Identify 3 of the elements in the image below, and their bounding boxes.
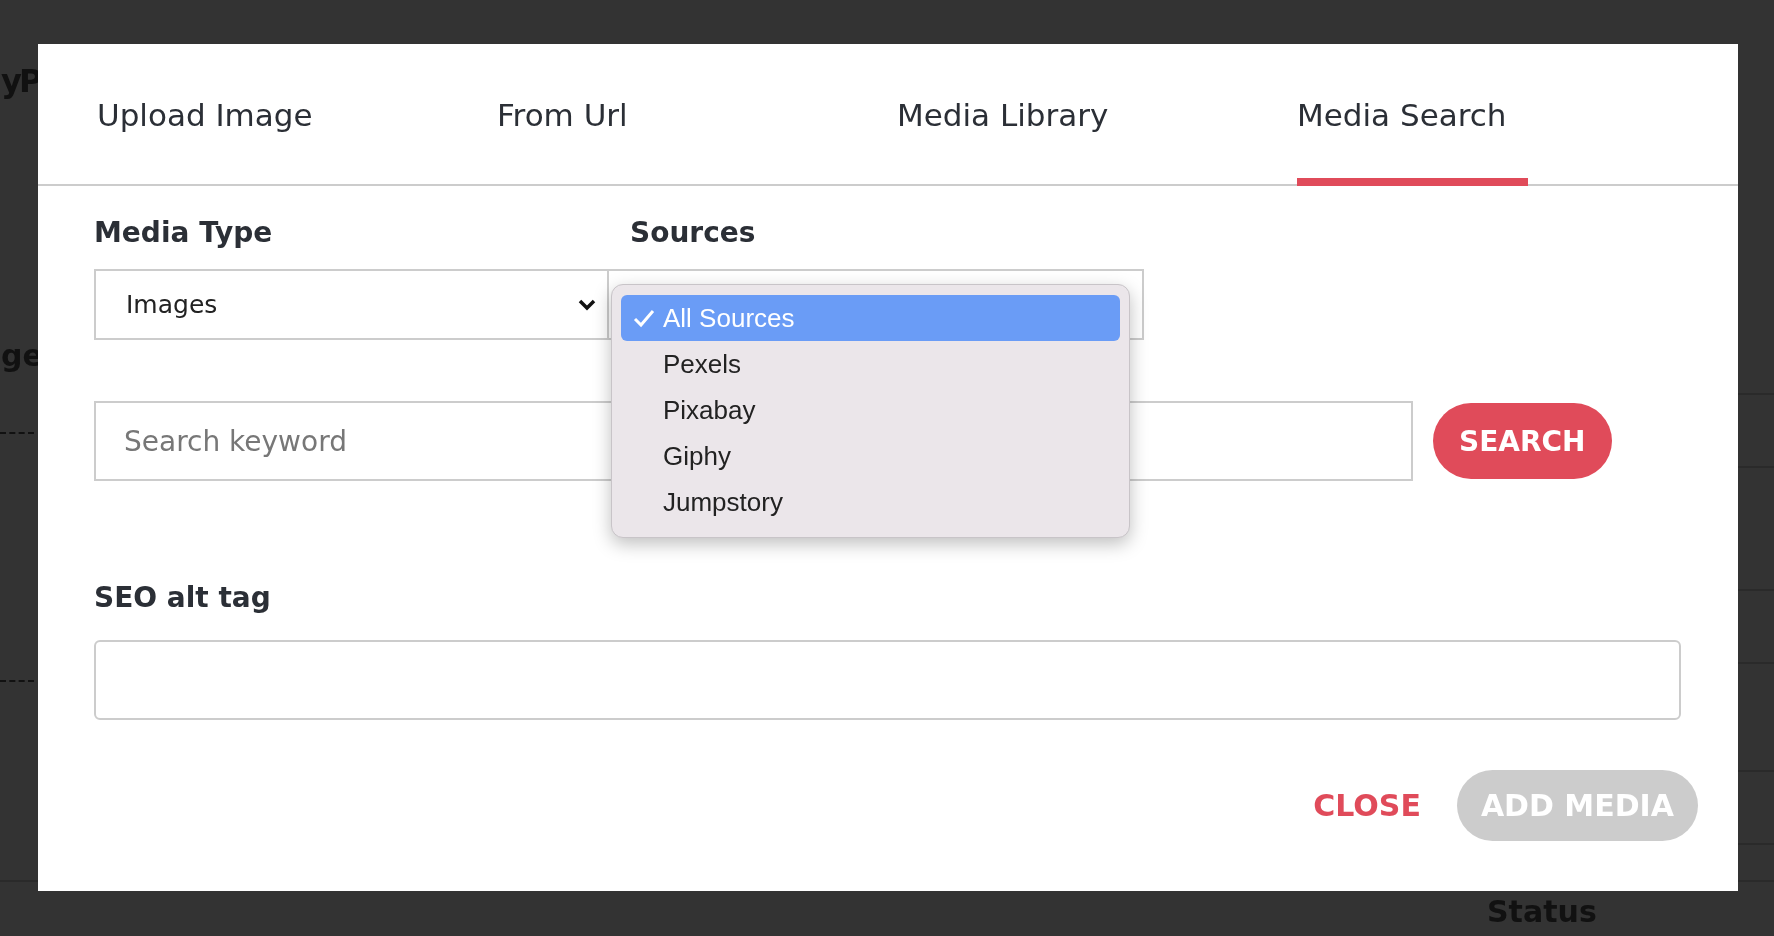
field-label: Sources <box>630 216 757 249</box>
field-label: SEO alt tag <box>94 581 272 614</box>
field-label: Media Type <box>94 216 274 249</box>
